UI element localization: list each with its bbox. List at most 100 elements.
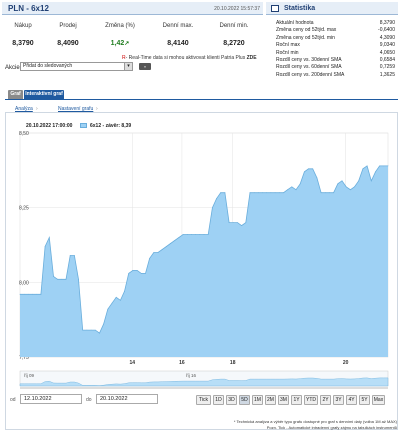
data-point xyxy=(220,192,222,194)
data-point xyxy=(295,189,297,191)
data-point xyxy=(274,192,276,194)
data-point xyxy=(48,237,50,238)
period-button-5y[interactable]: 5Y xyxy=(359,395,370,405)
data-point xyxy=(99,332,100,334)
data-point xyxy=(278,192,280,194)
data-point xyxy=(258,192,259,194)
data-point xyxy=(19,293,21,295)
period-button-2y[interactable]: 2Y xyxy=(320,395,331,405)
to-date-input[interactable] xyxy=(96,394,158,404)
data-point xyxy=(57,278,58,280)
data-point xyxy=(224,192,226,194)
x-tick-label: 20 xyxy=(343,360,349,366)
navigator-label: říj 16 xyxy=(186,373,197,378)
data-point xyxy=(153,252,155,253)
data-point xyxy=(337,183,339,185)
data-point xyxy=(253,192,255,194)
data-point xyxy=(366,165,368,167)
data-point xyxy=(115,296,117,298)
data-point xyxy=(182,234,184,235)
period-button-4y[interactable]: 4Y xyxy=(346,395,357,405)
data-point xyxy=(61,278,63,280)
data-point xyxy=(40,293,42,295)
data-point xyxy=(245,222,247,224)
data-point xyxy=(324,192,326,194)
data-point xyxy=(111,302,113,304)
data-point xyxy=(32,293,33,295)
data-point xyxy=(362,168,364,170)
period-button-3y[interactable]: 3Y xyxy=(333,395,344,405)
data-point xyxy=(333,192,334,194)
data-point xyxy=(375,171,376,173)
data-point xyxy=(207,234,209,235)
data-point xyxy=(308,168,309,170)
data-point xyxy=(107,308,109,310)
footnote-2: Pozn. Tick - Automatické intradenní graf… xyxy=(266,425,397,430)
data-point xyxy=(241,225,243,227)
data-point xyxy=(212,207,213,209)
period-button-1y[interactable]: 1Y xyxy=(291,395,302,405)
data-point xyxy=(379,165,380,167)
navigator-label: říj 09 xyxy=(24,373,35,378)
period-button-5d[interactable]: 5D xyxy=(239,395,250,405)
page: PLN - 6x12 20.10.2022 15:57:37 Nákup Pro… xyxy=(0,0,400,431)
data-point xyxy=(78,278,79,280)
data-point xyxy=(270,192,272,194)
data-point xyxy=(216,198,217,200)
footnote-1: * Technická analýza a výběr typu grafu d… xyxy=(233,419,397,424)
data-point xyxy=(199,234,201,235)
from-date-input[interactable] xyxy=(20,394,82,404)
period-button-tick[interactable]: Tick xyxy=(196,395,211,405)
price-chart[interactable]: 7,758,008,258,5014 16 18 20říj 09 říj 16 xyxy=(0,0,400,431)
data-point xyxy=(287,189,288,191)
data-point xyxy=(74,255,75,256)
data-point xyxy=(120,299,121,301)
data-point xyxy=(266,192,268,194)
data-point xyxy=(358,180,360,182)
data-point xyxy=(191,234,192,235)
y-tick-label: 8,00 xyxy=(19,280,29,286)
period-button-3d[interactable]: 3D xyxy=(226,395,237,405)
data-point xyxy=(341,180,343,182)
period-button-2m[interactable]: 2M xyxy=(265,395,276,405)
navigator-scrollbar xyxy=(20,387,388,389)
data-point xyxy=(186,234,188,235)
data-point xyxy=(345,186,347,188)
data-point xyxy=(291,186,293,188)
data-point xyxy=(124,290,125,292)
data-point xyxy=(383,165,385,167)
y-tick-label: 8,50 xyxy=(19,131,29,137)
data-point xyxy=(161,249,163,250)
data-point xyxy=(249,192,251,194)
data-point xyxy=(90,329,92,331)
data-point xyxy=(128,273,130,274)
data-point xyxy=(283,192,284,194)
to-label: do xyxy=(86,397,92,403)
data-point xyxy=(299,183,301,185)
data-point xyxy=(316,177,318,179)
data-point xyxy=(166,246,167,247)
data-point xyxy=(86,329,88,331)
data-point xyxy=(312,168,314,170)
data-point xyxy=(195,234,197,235)
period-button-max[interactable]: Max xyxy=(372,395,385,405)
from-label: od xyxy=(10,397,16,403)
data-point xyxy=(65,278,67,280)
data-point xyxy=(103,323,104,325)
period-button-1m[interactable]: 1M xyxy=(252,395,263,405)
data-point xyxy=(237,222,238,224)
period-button-1d[interactable]: 1D xyxy=(213,395,224,405)
data-point xyxy=(149,258,151,259)
data-point xyxy=(53,276,54,277)
data-point xyxy=(232,222,234,224)
data-point xyxy=(69,255,71,256)
data-point xyxy=(228,222,230,224)
data-point xyxy=(174,240,176,241)
data-point xyxy=(82,329,84,331)
data-point xyxy=(354,186,355,188)
data-point xyxy=(178,237,180,238)
period-button-3m[interactable]: 3M xyxy=(278,395,289,405)
x-tick-label: 16 xyxy=(179,360,185,366)
data-point xyxy=(94,329,96,331)
period-button-ytd[interactable]: YTD xyxy=(304,395,318,405)
